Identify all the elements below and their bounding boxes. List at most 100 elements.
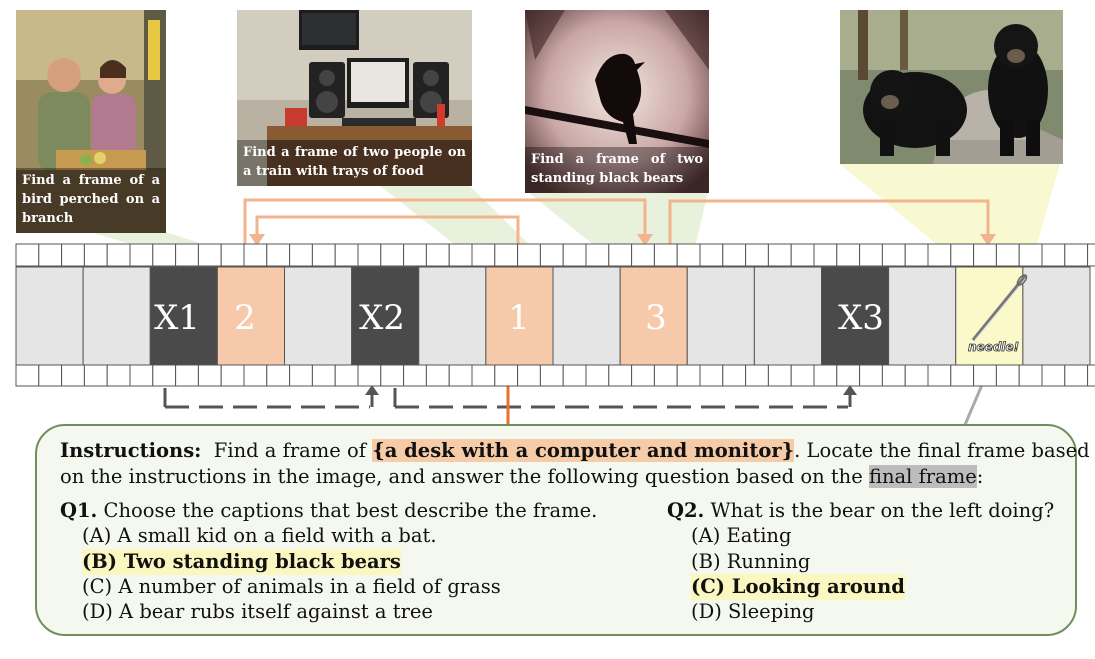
sprocket-hole: [585, 364, 610, 387]
sprocket-hole: [334, 364, 359, 387]
sprocket-hole: [767, 243, 792, 267]
q2-option-c: (C) Looking around: [691, 574, 905, 600]
thumbnail-black-bears: [840, 10, 1063, 164]
sprocket-hole: [471, 364, 496, 387]
sprocket-hole: [562, 364, 587, 387]
sprocket-hole: [220, 243, 245, 267]
sprocket-hole: [881, 243, 906, 267]
instructions-line2-suffix: :: [976, 465, 984, 488]
sprocket-hole: [403, 364, 427, 387]
sprocket-hole: [494, 364, 519, 387]
sprocket-hole: [425, 364, 450, 387]
sprocket-hole: [745, 364, 769, 387]
sprocket-hole: [1041, 364, 1066, 387]
sprocket-hole: [722, 243, 747, 267]
sprocket-hole: [631, 364, 655, 387]
sprocket-hole: [995, 364, 1020, 387]
sprocket-hole: [448, 243, 473, 267]
q2-question: Q2. What is the bear on the left doing?: [667, 498, 1054, 524]
sprocket-hole: [790, 243, 815, 267]
sprocket-hole: [243, 243, 268, 267]
frame-label-x3: X3: [838, 298, 884, 338]
sprocket-hole: [973, 364, 997, 387]
sprocket-hole: [152, 243, 177, 267]
q1-option-d: (D) A bear rubs itself against a tree: [82, 600, 433, 623]
sprocket-hole: [653, 243, 678, 267]
sprocket-hole: [722, 364, 747, 387]
film-frame-n: [1022, 266, 1091, 366]
sprocket-hole: [1064, 364, 1089, 387]
sprocket-hole: [813, 243, 838, 267]
film-frame-n: [888, 266, 957, 366]
sprocket-hole: [152, 364, 177, 387]
sprocket-hole: [448, 364, 473, 387]
film-frame-n: [82, 266, 151, 366]
sprocket-hole: [129, 243, 154, 267]
sprocket-hole: [881, 364, 906, 387]
sprocket-hole: [266, 364, 291, 387]
sprocket-hole: [562, 243, 587, 267]
sprocket-hole: [973, 243, 997, 267]
sprocket-hole: [197, 243, 222, 267]
sprocket-hole: [334, 243, 359, 267]
sprocket-hole: [585, 243, 610, 267]
sprocket-hole: [767, 364, 792, 387]
instructions-prefix: Find a frame of: [213, 439, 366, 462]
sprocket-hole: [106, 243, 131, 267]
thumbnail-bird-on-branch: Find a frame of two standing black bears: [525, 10, 709, 193]
sprocket-hole: [61, 364, 85, 387]
sprocket-hole: [927, 243, 952, 267]
sprocket-hole: [836, 243, 861, 267]
instructions-label: Instructions:: [60, 439, 202, 462]
q1-option-b: (B) Two standing black bears: [82, 549, 401, 575]
sprocket-hole: [129, 364, 154, 387]
q2-label: Q2.: [667, 499, 705, 522]
instructions-suffix: . Locate the final frame based: [794, 439, 1090, 462]
sprocket-hole: [106, 364, 131, 387]
sprocket-hole: [676, 243, 701, 267]
sprocket-hole: [1018, 364, 1043, 387]
sprocket-hole: [175, 364, 199, 387]
frame-label-2: 2: [234, 298, 256, 338]
instructions-line2-prefix: on the instructions in the image, and an…: [60, 465, 863, 488]
photo-black-bears: [840, 10, 1063, 164]
sprocket-hole: [813, 364, 838, 387]
q1-text: Choose the captions that best describe t…: [103, 499, 598, 522]
sprocket-hole: [175, 243, 199, 267]
film-frame-n: [686, 266, 755, 366]
sprocket-hole: [950, 243, 975, 267]
sprocket-hole: [83, 364, 108, 387]
sprocket-hole: [904, 243, 929, 267]
sprocket-hole: [1087, 364, 1095, 387]
film-frame-n: [284, 266, 353, 366]
sprocket-hole: [1018, 243, 1043, 267]
frame-label-3: 3: [645, 298, 667, 338]
thumbnail-caption: Find a frame of two people on a train wi…: [237, 140, 472, 186]
frame-label-x1: X1: [154, 298, 200, 338]
instructions-line-2: on the instructions in the image, and an…: [60, 464, 983, 490]
sprocket-hole: [15, 364, 40, 387]
sprocket-hole: [699, 364, 724, 387]
sprocket-hole: [494, 243, 519, 267]
needle-label: needle!: [968, 340, 1020, 355]
sprocket-hole: [676, 364, 701, 387]
sprocket-hole: [266, 243, 291, 267]
sprocket-hole: [357, 243, 382, 267]
sprocket-hole: [790, 364, 815, 387]
sprocket-hole: [608, 364, 633, 387]
sprocket-hole: [220, 364, 245, 387]
sprocket-hole: [1041, 243, 1066, 267]
film-frame-n: [753, 266, 822, 366]
sprocket-hole: [357, 364, 382, 387]
sprocket-hole: [608, 243, 633, 267]
sprocket-hole: [61, 243, 85, 267]
q2-option-b: (B) Running: [691, 550, 811, 573]
q2-text: What is the bear on the left doing?: [710, 499, 1055, 522]
query-highlight: {a desk with a computer and monitor}: [372, 439, 795, 462]
instructions-line-1: Instructions: Find a frame of {a desk wi…: [60, 438, 1090, 464]
thumbnail-caption: Find a frame of two standing black bears: [525, 147, 709, 193]
sprocket-hole: [380, 364, 405, 387]
sprocket-hole: [311, 243, 336, 267]
sprocket-hole: [289, 364, 313, 387]
sprocket-hole: [289, 243, 313, 267]
